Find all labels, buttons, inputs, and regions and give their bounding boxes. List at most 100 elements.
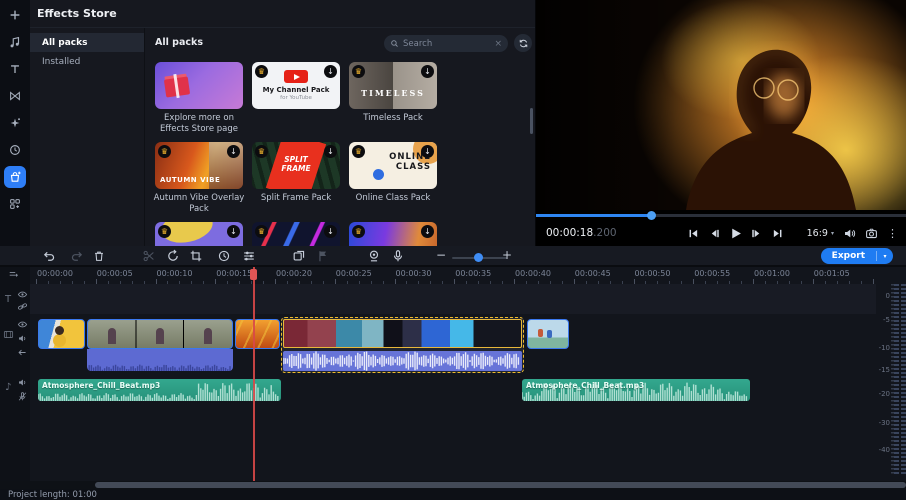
title-track-link-icon[interactable]: [17, 301, 28, 312]
search-input[interactable]: [399, 39, 494, 49]
ruler-time-label: 00:01:00: [754, 269, 790, 278]
pack-card-my-channel-pack[interactable]: My Channel Packfor YouTube♛↓: [252, 62, 349, 142]
manage-tracks-icon[interactable]: [8, 269, 19, 280]
download-badge-icon[interactable]: ↓: [324, 65, 337, 78]
download-badge-icon[interactable]: ↓: [421, 225, 434, 238]
timeline-zoom-knob[interactable]: [474, 253, 483, 262]
timeline-zoom-out-button[interactable]: −: [436, 248, 446, 262]
crop-clip-button[interactable]: [189, 249, 203, 263]
timeline-zoom-in-button[interactable]: +: [502, 248, 512, 262]
pack-card-cosmic-pack[interactable]: ♛↓: [349, 222, 446, 246]
more-tools-button[interactable]: [4, 193, 26, 215]
packs-scrollbar[interactable]: [530, 108, 533, 134]
download-badge-icon[interactable]: ↓: [227, 225, 240, 238]
title-track-lane[interactable]: [30, 284, 876, 314]
search-box[interactable]: ×: [384, 35, 508, 52]
rotate-clip-button[interactable]: [166, 249, 180, 263]
marker-flag-button[interactable]: [316, 249, 330, 263]
volume-icon[interactable]: [843, 227, 856, 240]
video-clip-4-selected[interactable]: [281, 317, 524, 373]
playhead-marker[interactable]: [250, 269, 257, 280]
video-clip-1[interactable]: [38, 319, 85, 349]
video-track-mute-icon[interactable]: [17, 333, 28, 344]
split-clip-button[interactable]: [142, 249, 156, 263]
previous-frame-button[interactable]: [707, 226, 721, 240]
webcam-record-button[interactable]: [367, 249, 381, 263]
redo-button[interactable]: [70, 249, 84, 263]
snapshot-camera-icon[interactable]: [865, 227, 878, 240]
main-nav-rail: [0, 0, 30, 246]
video-clip-2[interactable]: [87, 319, 233, 349]
video-track-icon: [3, 329, 14, 340]
pack-thumbnail[interactable]: Let's Play♛↓: [252, 222, 340, 246]
video-track-visibility-icon[interactable]: [17, 319, 28, 330]
skip-to-end-button[interactable]: [770, 226, 784, 240]
pack-thumbnail[interactable]: [155, 62, 243, 109]
history-tab-button[interactable]: [4, 139, 26, 161]
tab-installed[interactable]: Installed: [30, 52, 144, 71]
playhead[interactable]: [253, 267, 255, 481]
download-badge-icon[interactable]: ↓: [324, 145, 337, 158]
linked-audio-block[interactable]: [87, 349, 233, 371]
timeline-content[interactable]: 00:00:0000:00:0500:00:1000:00:1500:00:20…: [30, 267, 876, 481]
preview-seekbar[interactable]: [536, 211, 906, 219]
preview-menu-icon[interactable]: ⋮: [887, 227, 898, 240]
download-badge-icon[interactable]: ↓: [421, 65, 434, 78]
clip-thumbnails[interactable]: [283, 319, 522, 348]
pack-card-explore-more[interactable]: Explore more on Effects Store page: [155, 62, 252, 142]
play-button[interactable]: [728, 226, 742, 240]
seekbar-knob[interactable]: [647, 211, 656, 220]
title-track-visibility-icon[interactable]: [17, 289, 28, 300]
undo-button[interactable]: [42, 249, 56, 263]
audio-track-mute-icon[interactable]: [17, 377, 28, 388]
audio-tab-button[interactable]: [4, 31, 26, 53]
pack-thumbnail[interactable]: ONLINE CLASS♛↓: [349, 142, 437, 189]
pack-card-timeless-pack[interactable]: TIMELESS♛↓Timeless Pack: [349, 62, 446, 142]
video-clip-5[interactable]: [527, 319, 569, 349]
ruler-time-label: 00:00:55: [694, 269, 730, 278]
ruler-time-label: 00:00:10: [157, 269, 193, 278]
import-media-button[interactable]: [4, 4, 26, 26]
download-badge-icon[interactable]: ↓: [421, 145, 434, 158]
clip-properties-button[interactable]: [242, 249, 256, 263]
audio-1[interactable]: Atmosphere_Chill_Beat.mp3: [38, 379, 281, 401]
timeline-ruler[interactable]: 00:00:0000:00:0500:00:1000:00:1500:00:20…: [30, 267, 876, 284]
next-frame-button[interactable]: [749, 226, 763, 240]
pack-thumbnail[interactable]: AUTUMN VIBE♛↓: [155, 142, 243, 189]
pack-card-split-frame-pack[interactable]: SPLIT FRAME♛↓Split Frame Pack: [252, 142, 349, 222]
clip-audio-section[interactable]: [283, 351, 522, 371]
search-clear-icon[interactable]: ×: [494, 39, 502, 49]
pack-card-fluffy-blog-pack[interactable]: FLUFFY BLOG♛↓: [155, 222, 252, 246]
download-badge-icon[interactable]: ↓: [227, 145, 240, 158]
effects-store-tab-button[interactable]: [4, 166, 26, 188]
download-badge-icon[interactable]: ↓: [324, 225, 337, 238]
pack-thumbnail[interactable]: FLUFFY BLOG♛↓: [155, 222, 243, 246]
transitions-tab-button[interactable]: [4, 85, 26, 107]
tab-all-packs[interactable]: All packs: [30, 33, 144, 52]
delete-clip-button[interactable]: [92, 249, 106, 263]
refresh-button[interactable]: [514, 34, 532, 52]
aspect-ratio-dropdown[interactable]: 16:9▾: [807, 228, 834, 239]
effects-tab-button[interactable]: [4, 112, 26, 134]
transition-wizard-button[interactable]: [292, 249, 306, 263]
pack-caption: Timeless Pack: [345, 113, 441, 124]
pack-card-online-class-pack[interactable]: ONLINE CLASS♛↓Online Class Pack: [349, 142, 446, 222]
titles-tab-button[interactable]: [4, 58, 26, 80]
video-track-back-icon[interactable]: [17, 347, 28, 358]
pack-thumbnail[interactable]: TIMELESS♛↓: [349, 62, 437, 109]
audio-track-record-icon[interactable]: [17, 391, 28, 402]
skip-to-start-button[interactable]: [686, 226, 700, 240]
export-button[interactable]: Export ▾: [821, 248, 893, 264]
export-chevron-icon[interactable]: ▾: [877, 253, 893, 260]
video-clip-3[interactable]: [235, 319, 280, 349]
horizontal-scrollbar-thumb[interactable]: [95, 482, 906, 488]
pack-thumbnail[interactable]: My Channel Packfor YouTube♛↓: [252, 62, 340, 109]
clip-speed-button[interactable]: [217, 249, 231, 263]
pack-card-lets-play-pack[interactable]: Let's Play♛↓: [252, 222, 349, 246]
voiceover-mic-button[interactable]: [391, 249, 405, 263]
audio-2[interactable]: Atmosphere_Chill_Beat.mp3: [522, 379, 750, 401]
pack-thumbnail[interactable]: ♛↓: [349, 222, 437, 246]
pack-card-autumn-vibe-overlay-pack[interactable]: AUTUMN VIBE♛↓Autumn Vibe Overlay Pack: [155, 142, 252, 222]
pack-thumbnail[interactable]: SPLIT FRAME♛↓: [252, 142, 340, 189]
project-length-label: Project length: 01:00: [0, 490, 97, 500]
